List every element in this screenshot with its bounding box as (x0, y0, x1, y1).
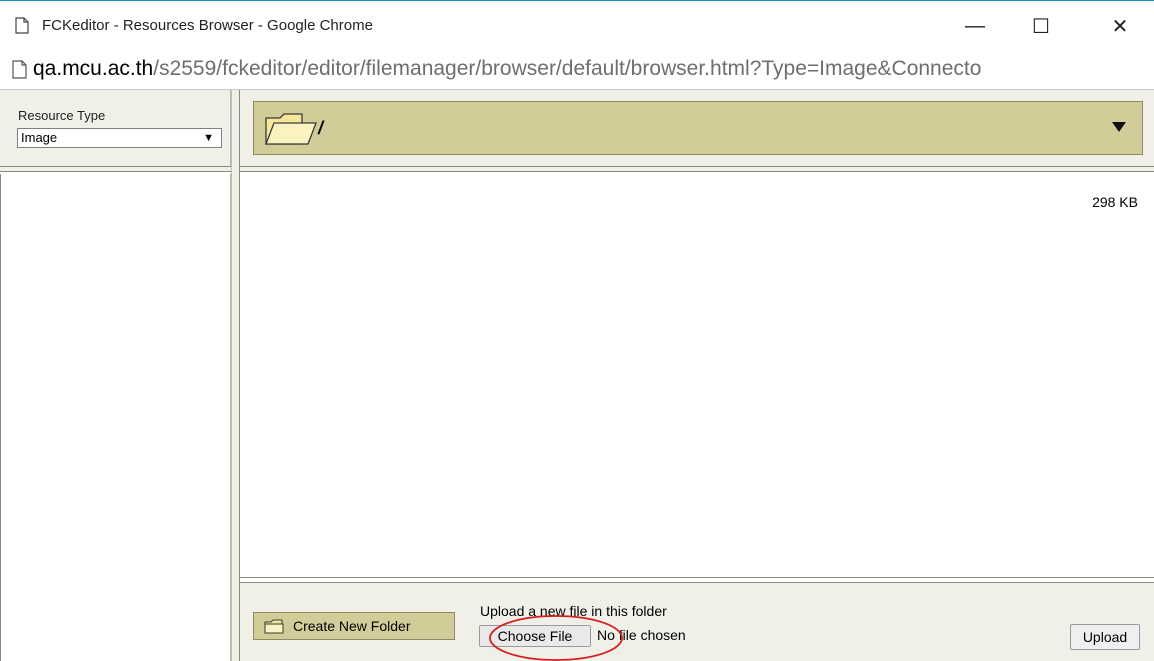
folder-open-icon (265, 113, 317, 145)
upload-panel: Create New Folder Upload a new file in t… (240, 582, 1154, 661)
resource-type-label: Resource Type (18, 108, 106, 123)
url-host: qa.mcu.ac.th (33, 57, 154, 80)
dropdown-arrow-icon: ▼ (203, 132, 214, 144)
resource-type-panel: Resource Type Image ▼ (0, 90, 231, 166)
file-list-area: 298 KB (240, 174, 1154, 578)
current-folder-bar[interactable]: / (253, 101, 1143, 155)
close-button[interactable]: ✕ (1100, 9, 1140, 43)
page-icon (15, 17, 29, 34)
minimize-icon: — (965, 14, 985, 37)
address-bar[interactable]: qa.mcu.ac.th/s2559/fckeditor/editor/file… (0, 50, 1154, 90)
folder-tree-panel (0, 174, 231, 661)
window-titlebar: FCKeditor - Resources Browser - Google C… (0, 0, 1154, 50)
url-text[interactable]: qa.mcu.ac.th/s2559/fckeditor/editor/file… (33, 57, 981, 81)
pane-splitter[interactable] (231, 90, 240, 661)
folder-dropdown-icon[interactable] (1112, 122, 1126, 132)
left-separator (0, 166, 231, 172)
resource-browser: Resource Type Image ▼ / 298 KB Create Ne… (0, 90, 1154, 661)
resource-type-value: Image (21, 130, 58, 145)
url-path: /s2559/fckeditor/editor/filemanager/brow… (153, 57, 982, 80)
right-separator (240, 166, 1154, 172)
file-size-label: 298 KB (1092, 194, 1138, 210)
minimize-button[interactable]: — (955, 9, 995, 43)
folder-header-panel: / (240, 90, 1154, 166)
document-icon (12, 60, 27, 79)
left-edge (0, 174, 5, 661)
create-new-folder-button[interactable]: Create New Folder (253, 612, 455, 640)
create-new-folder-label: Create New Folder (293, 618, 411, 634)
resource-type-select[interactable]: Image ▼ (17, 128, 222, 148)
folder-icon (264, 619, 284, 634)
current-folder-path: / (318, 118, 324, 138)
window-title: FCKeditor - Resources Browser - Google C… (42, 17, 373, 34)
upload-button[interactable]: Upload (1070, 624, 1140, 650)
maximize-button[interactable]: ☐ (1021, 9, 1061, 43)
annotation-ellipse (489, 615, 623, 661)
maximize-icon: ☐ (1032, 15, 1050, 38)
close-icon: ✕ (1111, 15, 1129, 38)
